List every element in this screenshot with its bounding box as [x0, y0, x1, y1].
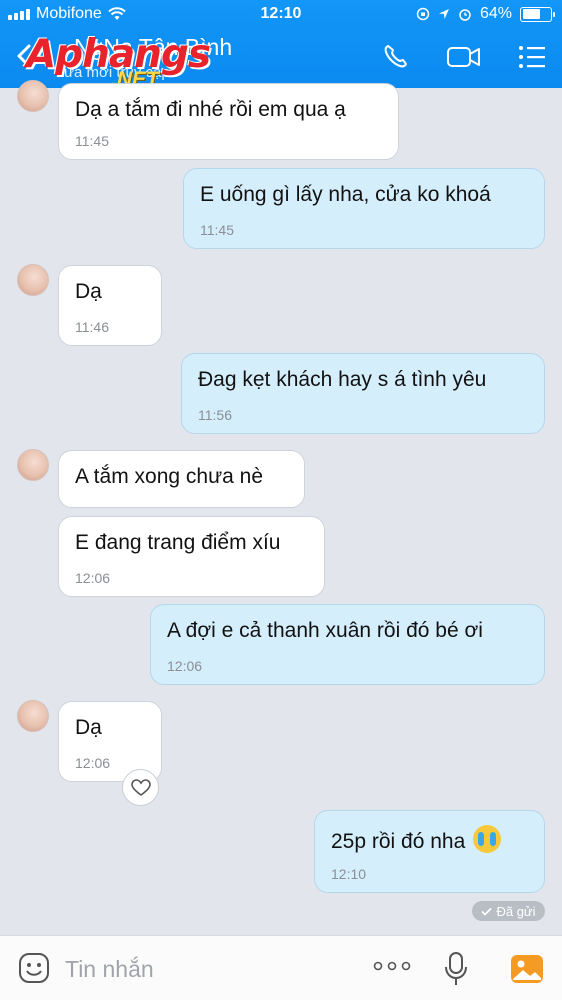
message-text: Dạ a tắm đi nhé rồi em qua ạ: [75, 98, 346, 121]
message-time: 11:56: [198, 407, 232, 423]
message-bubble-incoming[interactable]: E đang trang điểm xíu 12:06: [58, 516, 325, 597]
menu-list-icon[interactable]: [517, 42, 547, 72]
message-text: Đag kẹt khách hay s á tình yêu: [198, 368, 487, 391]
message-bubble-incoming[interactable]: Dạ a tắm đi nhé rồi em qua ạ 11:45: [58, 83, 399, 160]
crying-emoji-icon: [473, 825, 502, 853]
alarm-icon: [459, 9, 471, 21]
heart-icon: [130, 778, 151, 796]
message-time: 12:06: [75, 755, 111, 771]
message-input[interactable]: Tin nhắn: [65, 956, 154, 983]
message-bubble-outgoing[interactable]: Đag kẹt khách hay s á tình yêu 11:56: [181, 353, 545, 434]
sticker-icon[interactable]: [18, 952, 50, 984]
microphone-icon[interactable]: [443, 951, 469, 987]
message-time: 12:10: [331, 866, 367, 882]
message-bubble-incoming[interactable]: A tắm xong chưa nè: [58, 450, 305, 508]
message-text: A tắm xong chưa nè: [75, 465, 264, 488]
message-composer: Tin nhắn: [0, 935, 562, 1000]
react-heart-button[interactable]: [122, 769, 159, 806]
message-time: 11:45: [75, 133, 109, 149]
message-bubble-incoming[interactable]: Dạ 11:46: [58, 265, 162, 346]
message-text: E đang trang điểm xíu: [75, 531, 281, 554]
location-icon: [438, 9, 449, 19]
rotation-lock-icon: [416, 7, 430, 21]
message-bubble-outgoing[interactable]: 25p rồi đó nha 12:10: [314, 810, 545, 893]
message-text: Dạ: [75, 716, 102, 739]
contact-avatar[interactable]: [17, 80, 49, 112]
contact-avatar[interactable]: [17, 700, 49, 732]
message-text: 25p rồi đó nha: [331, 830, 466, 853]
status-bar: Mobifone 12:10 64%: [0, 0, 562, 30]
chat-header: Mobifone 12:10 64% NgNa Tân Bình Vừa mới…: [0, 0, 562, 91]
message-text: A đợi e cả thanh xuân rồi đó bé ơi: [167, 619, 483, 642]
phone-icon[interactable]: [381, 42, 411, 72]
message-time: 12:06: [75, 570, 111, 586]
image-picker-icon[interactable]: [510, 954, 544, 984]
message-text: Dạ: [75, 280, 102, 303]
message-text: E uống gì lấy nha, cửa ko khoá: [200, 183, 491, 206]
battery-percent: 64%: [479, 5, 512, 22]
checkmark-icon: [481, 907, 493, 916]
more-options-icon[interactable]: [372, 960, 412, 972]
message-bubble-outgoing[interactable]: A đợi e cả thanh xuân rồi đó bé ơi 12:06: [150, 604, 545, 685]
message-time: 11:46: [75, 319, 109, 335]
sent-status-badge: Đã gửi: [472, 901, 545, 921]
message-time: 11:45: [200, 222, 234, 238]
battery-icon: [520, 6, 555, 22]
contact-avatar[interactable]: [17, 449, 49, 481]
contact-avatar[interactable]: [17, 264, 49, 296]
sent-status-text: Đã gửi: [496, 903, 536, 919]
message-bubble-outgoing[interactable]: E uống gì lấy nha, cửa ko khoá 11:45: [183, 168, 545, 249]
video-call-icon[interactable]: [446, 42, 482, 72]
message-time: 12:06: [167, 658, 203, 674]
